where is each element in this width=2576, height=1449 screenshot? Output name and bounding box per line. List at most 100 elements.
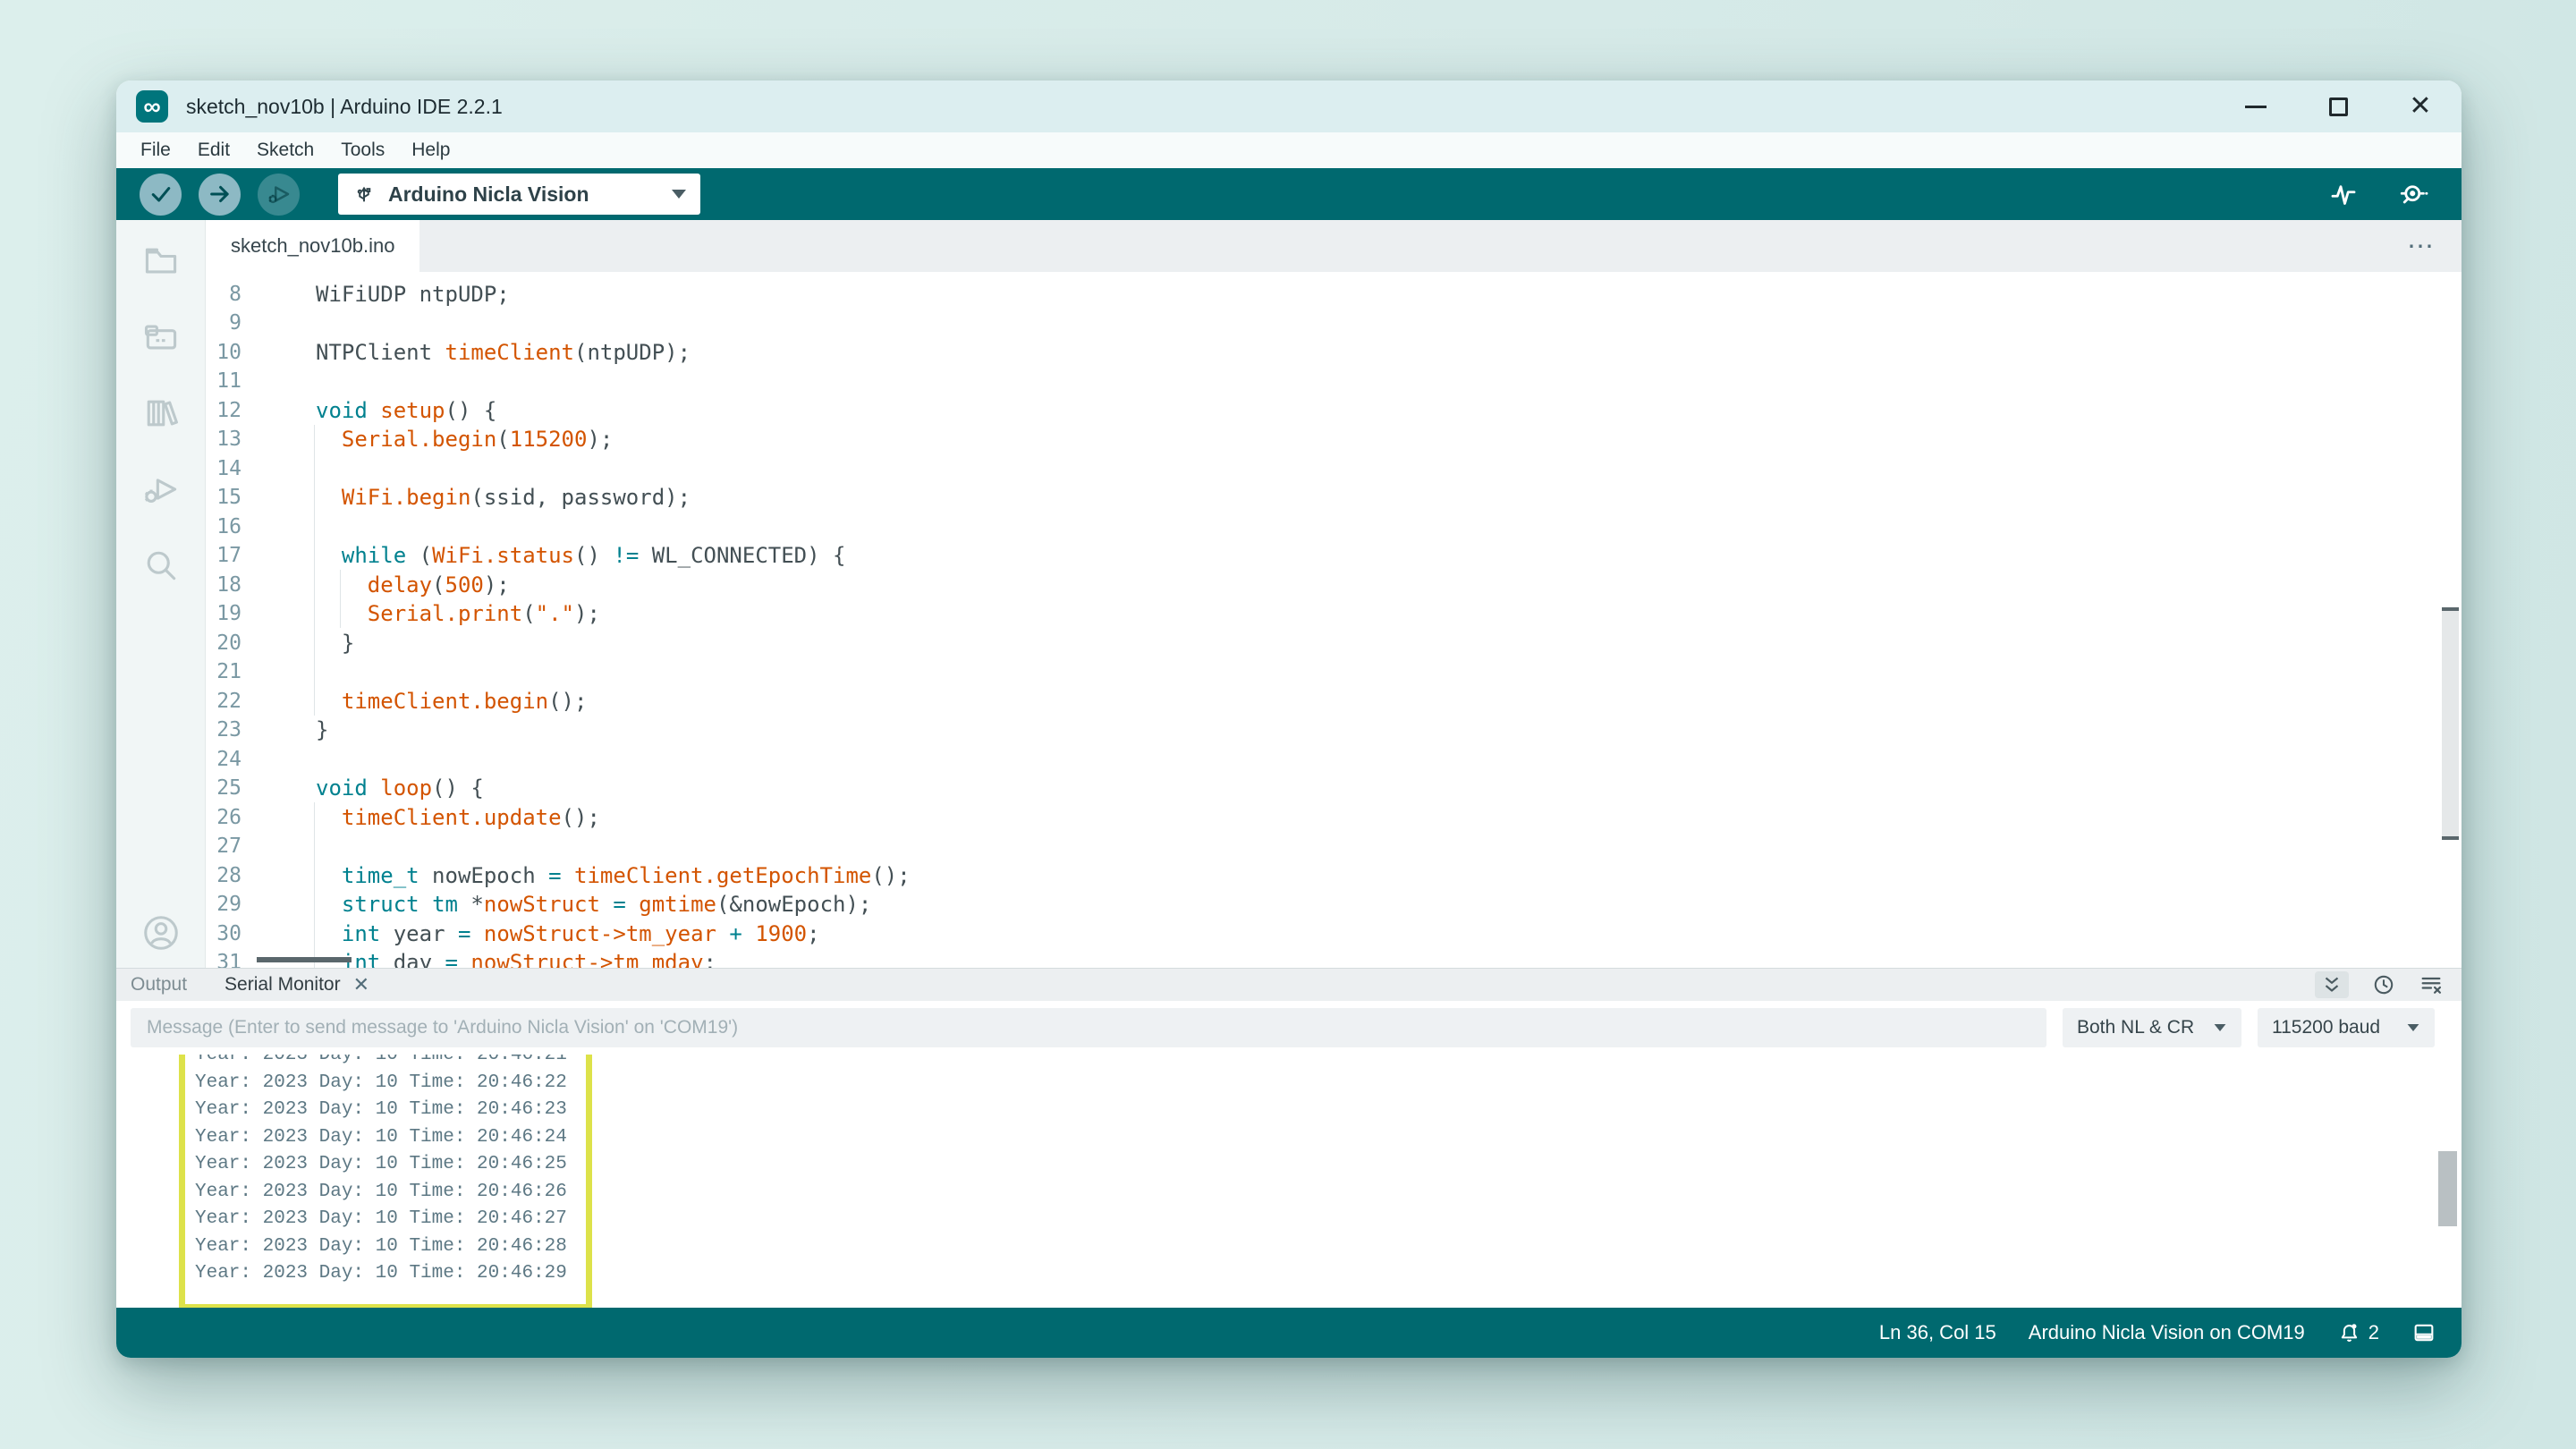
tab-sketch-ino[interactable]: sketch_nov10b.ino <box>206 220 419 272</box>
line-number: 13 <box>206 428 242 451</box>
status-bar: Ln 36, Col 15 Arduino Nicla Vision on CO… <box>116 1308 2462 1358</box>
menu-edit[interactable]: Edit <box>184 140 243 161</box>
cursor-position[interactable]: Ln 36, Col 15 <box>1879 1321 1996 1344</box>
line-number: 17 <box>206 544 242 567</box>
line-number: 10 <box>206 341 242 364</box>
minimize-button[interactable] <box>2215 80 2297 132</box>
code-line[interactable]: 24 <box>206 745 2462 775</box>
menu-file[interactable]: File <box>127 140 184 161</box>
code-line[interactable]: 23} <box>206 716 2462 745</box>
code-text: } <box>242 717 328 742</box>
serial-line: Year: 2023 Day: 10 Time: 20:46:29 <box>195 1260 567 1288</box>
editor-vertical-scrollbar[interactable] <box>2442 607 2459 840</box>
serial-monitor-icon[interactable] <box>2397 178 2429 210</box>
menu-bar: FileEditSketchToolsHelp <box>116 132 2462 168</box>
code-line[interactable]: 16 <box>206 513 2462 542</box>
code-line[interactable]: 13 Serial.begin(115200); <box>206 425 2462 454</box>
code-line[interactable]: 17 while (WiFi.status() != WL_CONNECTED)… <box>206 541 2462 571</box>
code-line[interactable]: 15 WiFi.begin(ssid, password); <box>206 483 2462 513</box>
serial-scrollbar[interactable] <box>2438 1151 2457 1226</box>
line-number: 25 <box>206 776 242 800</box>
line-number: 22 <box>206 690 242 713</box>
notification-count: 2 <box>2368 1321 2379 1344</box>
notifications-button[interactable]: 2 <box>2337 1321 2379 1345</box>
code-line[interactable]: 18 delay(500); <box>206 571 2462 600</box>
panel-actions <box>2315 971 2444 998</box>
code-line[interactable]: 20 } <box>206 629 2462 658</box>
upload-button[interactable] <box>199 174 241 216</box>
search-icon <box>141 546 181 585</box>
timestamp-toggle-icon[interactable] <box>2372 973 2395 996</box>
line-ending-dropdown[interactable]: Both NL & CR <box>2063 1008 2241 1047</box>
folder-icon <box>141 242 181 281</box>
board-selector[interactable]: Arduino Nicla Vision <box>338 174 700 215</box>
code-text: timeClient.update(); <box>242 805 600 830</box>
autoscroll-toggle[interactable] <box>2315 971 2349 998</box>
code-line[interactable]: 7 <box>206 272 2462 280</box>
serial-line: Year: 2023 Day: 10 Time: 20:46:22 <box>195 1070 567 1097</box>
menu-help[interactable]: Help <box>398 140 463 161</box>
line-number: 18 <box>206 573 242 597</box>
maximize-icon <box>2329 97 2348 116</box>
sidebar-item-search[interactable] <box>141 546 181 585</box>
code-line[interactable]: 27 <box>206 832 2462 861</box>
sidebar-item-library-manager[interactable] <box>141 394 181 433</box>
panel-tab-bar: Output Serial Monitor ✕ <box>116 969 2462 1001</box>
editor-horizontal-scrollbar[interactable] <box>257 957 352 962</box>
line-number: 7 <box>206 272 242 276</box>
close-button[interactable]: ✕ <box>2379 80 2462 132</box>
code-line[interactable]: 10NTPClient timeClient(ntpUDP); <box>206 338 2462 368</box>
code-line[interactable]: 9 <box>206 309 2462 338</box>
toggle-panel-icon[interactable] <box>2411 1320 2436 1345</box>
code-editor[interactable]: 7 8WiFiUDP ntpUDP;910NTPClient timeClient… <box>206 272 2462 968</box>
board-selector-label: Arduino Nicla Vision <box>388 182 589 207</box>
verify-button[interactable] <box>140 174 182 216</box>
code-line[interactable]: 12void setup() { <box>206 396 2462 426</box>
board-icon <box>141 318 181 357</box>
debug-button[interactable] <box>258 174 300 216</box>
code-line[interactable]: 26 timeClient.update(); <box>206 803 2462 833</box>
account-button[interactable] <box>140 912 182 953</box>
arduino-logo-icon: ∞ <box>136 90 168 123</box>
menu-sketch[interactable]: Sketch <box>243 140 327 161</box>
code-text: delay(500); <box>242 572 510 597</box>
toolbar: Arduino Nicla Vision <box>116 168 2462 220</box>
sidebar-item-sketchbook[interactable] <box>141 242 181 281</box>
code-line[interactable]: 11 <box>206 367 2462 396</box>
code-line[interactable]: 14 <box>206 454 2462 484</box>
code-line[interactable]: 8WiFiUDP ntpUDP; <box>206 280 2462 309</box>
line-number: 29 <box>206 893 242 916</box>
menu-tools[interactable]: Tools <box>327 140 398 161</box>
clear-output-icon[interactable] <box>2419 972 2444 997</box>
tab-serial-monitor-label: Serial Monitor <box>225 974 341 996</box>
code-line[interactable]: 21 <box>206 657 2462 687</box>
code-text: int year = nowStruct->tm_year + 1900; <box>242 921 820 946</box>
sidebar-item-debug[interactable] <box>141 470 181 509</box>
tab-options-icon[interactable]: ⋯ <box>2407 231 2462 262</box>
close-serial-monitor-icon[interactable]: ✕ <box>353 973 369 996</box>
code-line[interactable]: 19 Serial.print("."); <box>206 599 2462 629</box>
code-line[interactable]: 31 int day = nowStruct->tm_mday; <box>206 948 2462 968</box>
serial-message-input[interactable]: Message (Enter to send message to 'Ardui… <box>131 1008 2046 1047</box>
code-line[interactable]: 22 timeClient.begin(); <box>206 687 2462 716</box>
sidebar-item-boards-manager[interactable] <box>141 318 181 357</box>
serial-output-area[interactable]: Year: 2023 Day: 10 Time: 20:46:21Year: 2… <box>116 1055 2462 1308</box>
maximize-button[interactable] <box>2297 80 2379 132</box>
line-number: 19 <box>206 602 242 625</box>
workspace: sketch_nov10b.ino ⋯ 78WiFiUDP ntpUDP;910… <box>116 220 2462 968</box>
usb-icon <box>352 182 376 206</box>
person-icon <box>140 912 182 953</box>
arduino-ide-window: ∞ sketch_nov10b | Arduino IDE 2.2.1 ✕ Fi… <box>116 80 2462 1358</box>
message-row: Message (Enter to send message to 'Ardui… <box>116 1001 2462 1055</box>
code-line[interactable]: 25void loop() { <box>206 774 2462 803</box>
code-line[interactable]: 30 int year = nowStruct->tm_year + 1900; <box>206 919 2462 949</box>
tab-serial-monitor[interactable]: Serial Monitor ✕ <box>225 973 369 996</box>
code-line[interactable]: 29 struct tm *nowStruct = gmtime(&nowEpo… <box>206 890 2462 919</box>
arrow-right-icon <box>208 182 233 207</box>
board-port-status[interactable]: Arduino Nicla Vision on COM19 <box>2029 1321 2305 1344</box>
serial-plotter-icon[interactable] <box>2327 178 2360 210</box>
code-line[interactable]: 28 time_t nowEpoch = timeClient.getEpoch… <box>206 861 2462 891</box>
baud-rate-dropdown[interactable]: 115200 baud <box>2258 1008 2435 1047</box>
tab-output[interactable]: Output <box>131 974 187 996</box>
bottom-panel: Output Serial Monitor ✕ Message (Enter t… <box>116 968 2462 1308</box>
